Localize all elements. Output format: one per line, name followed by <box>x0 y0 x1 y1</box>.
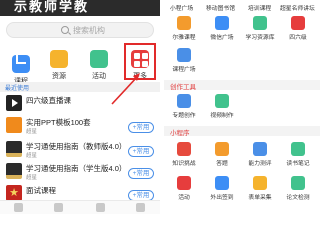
app-item[interactable]: 外出签到 <box>204 176 240 201</box>
test-icon <box>253 142 267 156</box>
topic-icon <box>177 94 191 108</box>
grid-label: 论文检测 <box>286 195 310 201</box>
book-icon <box>177 16 191 30</box>
square-icon <box>177 48 191 62</box>
section-title: 小程序 <box>170 130 190 137</box>
grid-label: 四六级 <box>289 35 307 41</box>
folder-icon <box>50 50 68 68</box>
grid-label: 学习资源库 <box>245 35 275 41</box>
grid-label: 尔雅课程 <box>172 35 196 41</box>
ppt-icon <box>6 117 22 133</box>
grid-item[interactable]: 学习资源库 <box>242 16 278 41</box>
video-icon <box>215 94 229 108</box>
item-title: 学习通使用指南（学生版4.0） <box>26 164 127 173</box>
grid-label: 表单采集 <box>248 195 272 201</box>
grid-item[interactable]: 课程广场 <box>166 48 202 73</box>
quiz-icon <box>215 142 229 156</box>
grid-item[interactable]: 尔雅课程 <box>166 16 202 41</box>
add-common-button[interactable]: +常用 <box>128 146 154 157</box>
message-icon[interactable] <box>54 203 63 212</box>
item-title: 面试课程 <box>26 186 56 195</box>
add-common-button[interactable]: +常用 <box>128 168 154 179</box>
search-placeholder: 搜索机构 <box>73 26 105 35</box>
bottom-nav <box>0 200 160 214</box>
grid-label: 课程广场 <box>172 67 196 73</box>
note-icon <box>291 142 305 156</box>
grid-label: 知识挑战 <box>172 161 196 167</box>
guide-icon <box>6 163 22 179</box>
item-title: 学习通使用指南（教师版4.0） <box>26 142 127 151</box>
quick-action-resource[interactable]: 资源 <box>46 50 72 81</box>
home-icon[interactable] <box>14 203 23 212</box>
app-item[interactable]: 能力测评 <box>242 142 278 167</box>
exam-icon <box>291 16 305 30</box>
grid-label: 活动 <box>178 195 190 201</box>
app-item[interactable]: 答题 <box>204 142 240 167</box>
quick-action-label: 资源 <box>52 73 66 80</box>
app-item[interactable]: 表单采集 <box>242 176 278 201</box>
tool-item[interactable]: 视频制作 <box>204 94 240 119</box>
top-label[interactable]: 培训课程 <box>248 3 271 12</box>
top-banner: 示教师学教 <box>0 0 160 16</box>
add-common-button[interactable]: +常用 <box>128 122 154 133</box>
quick-action-activity[interactable]: 活动 <box>86 50 112 81</box>
paper-icon <box>291 176 305 190</box>
tool-item[interactable]: 专题创作 <box>166 94 202 119</box>
chat-icon <box>215 16 229 30</box>
left-phone-screen: 示教师学教 搜索机构 课程 资源 活动 更多 最近使用 四六级直播课 实用PPT… <box>0 0 160 214</box>
grid-label: 微信广场 <box>210 35 234 41</box>
grid-label: 专题创作 <box>172 113 196 119</box>
app-item[interactable]: 活动 <box>166 176 202 201</box>
activity-icon <box>90 50 108 68</box>
list-item[interactable]: 学习通使用指南（教师版4.0） 超星 +常用 <box>0 139 160 161</box>
top-label[interactable]: 超星名师讲坛 <box>280 3 315 12</box>
list-item[interactable]: 学习通使用指南（学生版4.0） 超星 +常用 <box>0 161 160 183</box>
app-item[interactable]: 读书笔记 <box>280 142 316 167</box>
top-label[interactable]: 小程广场 <box>170 3 193 12</box>
highlight-box <box>124 43 156 80</box>
quick-action-course[interactable]: 课程 <box>8 50 34 86</box>
tools-section-header: 创作工具 <box>164 80 320 91</box>
star-icon <box>6 185 22 201</box>
search-input[interactable]: 搜索机构 <box>6 22 154 38</box>
grid-label: 视频制作 <box>210 113 234 119</box>
search-icon <box>61 26 69 34</box>
live-icon <box>6 95 22 111</box>
course-icon <box>12 55 30 73</box>
item-subtitle: 超星 <box>26 175 38 181</box>
grid-label: 能力测评 <box>248 161 272 167</box>
item-title: 四六级直播课 <box>26 96 71 105</box>
challenge-icon <box>177 142 191 156</box>
right-phone-screen: 小程广场 移动图书馆 培训课程 超星名师讲坛 尔雅课程 微信广场 学习资源库 四… <box>164 0 320 214</box>
app-item[interactable]: 论文检测 <box>280 176 316 201</box>
item-subtitle: 超星 <box>26 153 38 159</box>
grid-label: 读书笔记 <box>286 161 310 167</box>
section-title: 最近使用 <box>5 86 30 92</box>
list-item[interactable]: 实用PPT模板100套 超星 +常用 <box>0 115 160 137</box>
item-subtitle: 超星 <box>26 129 38 135</box>
recent-section-header: 最近使用 <box>0 82 160 92</box>
apps-section-header: 小程序 <box>164 126 320 137</box>
profile-icon[interactable] <box>136 203 145 212</box>
app-item[interactable]: 知识挑战 <box>166 142 202 167</box>
grid-label: 答题 <box>216 161 228 167</box>
top-label[interactable]: 移动图书馆 <box>206 3 235 12</box>
form-icon <box>253 176 267 190</box>
list-item[interactable]: 四六级直播课 <box>0 93 160 115</box>
quick-action-label: 活动 <box>92 73 106 80</box>
section-title: 创作工具 <box>170 84 196 91</box>
guide-icon <box>6 141 22 157</box>
checkin-icon <box>215 176 229 190</box>
library-icon <box>253 16 267 30</box>
grid-label: 外出签到 <box>210 195 234 201</box>
note-icon[interactable] <box>96 203 105 212</box>
banner-text: 示教师学教 <box>14 0 90 15</box>
grid-item[interactable]: 微信广场 <box>204 16 240 41</box>
grid-item[interactable]: 四六级 <box>280 16 316 41</box>
event-icon <box>177 176 191 190</box>
